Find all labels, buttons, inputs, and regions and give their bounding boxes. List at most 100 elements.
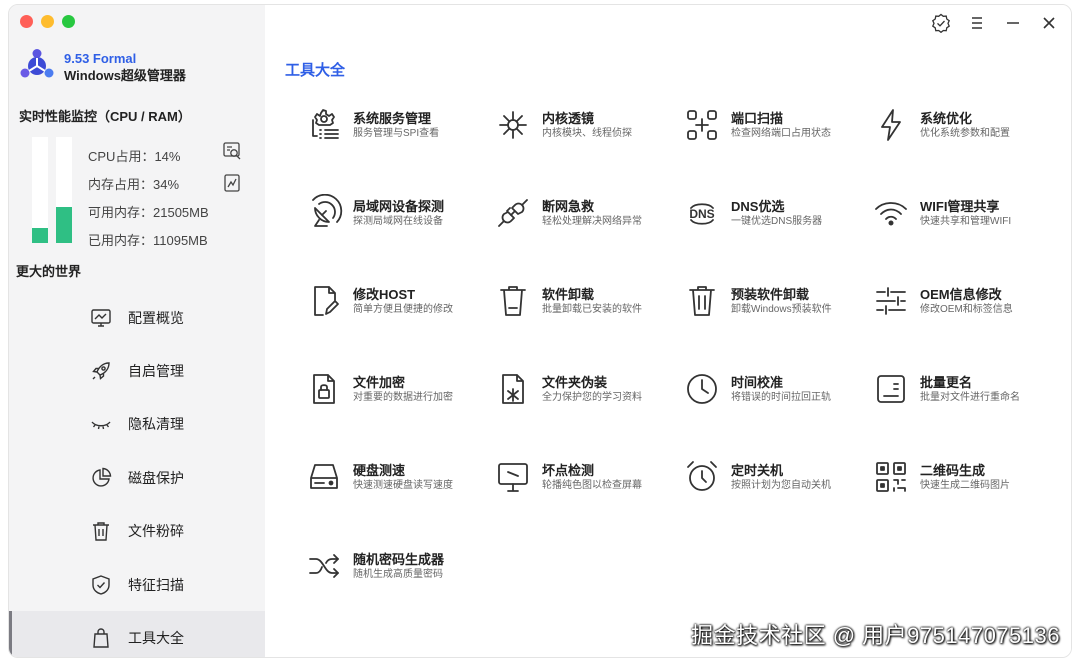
usage-stats: CPU占用：14% 内存占用：34% 可用内存：21505MB 已用内存：110… — [88, 146, 209, 258]
main-panel: 工具大全 系统服务管理 服务管理与SPI查看 内核透镜 内核模块、线程侦探 端口扫描 检查… — [265, 5, 1071, 657]
tool-item[interactable]: 端口扫描 检查网络端口占用状态 — [683, 99, 871, 151]
tool-title: 时间校准 — [731, 374, 784, 390]
tool-description: 轻松处理解决网络异常 — [542, 215, 642, 227]
sidebar-item-startup[interactable]: 自启管理 — [9, 344, 265, 397]
cpu-usage-fill — [32, 228, 48, 243]
tool-item[interactable]: 局域网设备探测 探测局域网在线设备 — [305, 187, 493, 239]
tool-item[interactable]: DNS DNS优选 一键优选DNS服务器 — [683, 187, 871, 239]
app-logo-icon — [20, 49, 54, 78]
available-memory-text: 可用内存：21505MB — [88, 205, 209, 220]
tool-description: 简单方便且便捷的修改 — [353, 303, 453, 315]
tool-text: 内核透镜 内核模块、线程侦探 — [542, 110, 632, 141]
tool-description: 将错误的时间拉回正轨 — [731, 391, 831, 403]
sidebar-item-disk[interactable]: 磁盘保护 — [9, 451, 265, 504]
wifi-icon — [875, 202, 907, 226]
tool-description: 全力保护您的学习资料 — [542, 391, 642, 403]
tool-description: 快速共享和管理WIFI — [920, 215, 1012, 227]
scan-icon — [687, 110, 717, 140]
tool-text: 修改HOST 简单方便且便捷的修改 — [353, 286, 453, 317]
tool-title: 定时关机 — [731, 462, 784, 478]
tool-description: 按照计划为您自动关机 — [731, 479, 831, 491]
tool-title: 端口扫描 — [731, 110, 784, 126]
tool-title: 修改HOST — [353, 286, 416, 302]
page-title: 工具大全 — [285, 62, 346, 79]
tool-item[interactable]: 预装软件卸载 卸载Windows预装软件 — [683, 275, 871, 327]
ram-detail-icon[interactable] — [222, 173, 242, 193]
tool-title: 局域网设备探测 — [353, 198, 445, 214]
tool-item[interactable]: 文件加密 对重要的数据进行加密 — [305, 363, 493, 415]
sidebar-item-label: 磁盘保护 — [128, 469, 184, 486]
menu-icon[interactable] — [967, 13, 987, 33]
shuffle-icon — [309, 554, 339, 578]
tool-item[interactable]: 软件卸载 批量卸载已安装的软件 — [494, 275, 682, 327]
app-name: Windows超级管理器 — [64, 68, 186, 83]
tool-description: 随机生成高质量密码 — [353, 568, 443, 580]
sidebar-item-label: 隐私清理 — [128, 416, 184, 433]
tool-item[interactable]: 定时关机 按照计划为您自动关机 — [683, 451, 871, 503]
sidebar-item-privacy[interactable]: 隐私清理 — [9, 398, 265, 451]
tool-item[interactable]: 批量更名 批量对文件进行重命名 — [872, 363, 1060, 415]
bag-icon — [93, 628, 109, 648]
sidebar-item-label: 自启管理 — [128, 363, 184, 380]
tool-item[interactable]: 系统优化 优化系统参数和配置 — [872, 99, 1060, 151]
sidebar-item-shred[interactable]: 文件粉碎 — [9, 505, 265, 558]
close-icon[interactable] — [1039, 13, 1059, 33]
tool-item[interactable]: 随机密码生成器 随机生成高质量密码 — [305, 540, 493, 592]
tool-description: 快速生成二维码图片 — [920, 479, 1010, 491]
file-lock-icon — [313, 374, 335, 404]
tool-title: 内核透镜 — [542, 110, 595, 126]
badge-check-icon[interactable] — [931, 13, 951, 33]
tool-description: 探测局域网在线设备 — [353, 215, 443, 227]
tool-text: 端口扫描 检查网络端口占用状态 — [731, 110, 831, 141]
minimize-window-button[interactable] — [41, 15, 54, 28]
tool-description: 修改OEM和标签信息 — [920, 303, 1013, 315]
tool-item[interactable]: OEM信息修改 修改OEM和标签信息 — [872, 275, 1060, 327]
cpu-detail-icon[interactable] — [222, 141, 242, 161]
rename-icon — [877, 375, 905, 403]
titlebar-controls — [931, 13, 1059, 33]
dns-icon: DNS — [689, 203, 715, 225]
tool-item[interactable]: 内核透镜 内核模块、线程侦探 — [494, 99, 682, 151]
tool-item[interactable]: WIFI管理共享 快速共享和管理WIFI — [872, 187, 1060, 239]
minimize-icon[interactable] — [1003, 13, 1023, 33]
sidebar-item-tools[interactable]: 工具大全 — [9, 611, 265, 657]
sidebar-section-title: 更大的世界 — [16, 264, 82, 279]
tool-title: DNS优选 — [731, 198, 785, 214]
window-traffic-lights — [20, 15, 75, 28]
tool-text: 定时关机 按照计划为您自动关机 — [731, 462, 831, 493]
tool-item[interactable]: 断网急救 轻松处理解决网络异常 — [494, 187, 682, 239]
tool-description: 快速测速硬盘读写速度 — [353, 479, 453, 491]
display-icon — [498, 463, 528, 492]
tool-item[interactable]: 二维码生成 快速生成二维码图片 — [872, 451, 1060, 503]
cpu-usage-bar — [32, 137, 48, 243]
sidebar-item-scan[interactable]: 特征扫描 — [9, 558, 265, 611]
tool-text: 软件卸载 批量卸载已安装的软件 — [542, 286, 642, 317]
sidebar-item-config[interactable]: 配置概览 — [9, 291, 265, 344]
tool-item[interactable]: 坏点检测 轮播纯色图以检查屏幕 — [494, 451, 682, 503]
close-window-button[interactable] — [20, 15, 33, 28]
tool-title: OEM信息修改 — [920, 286, 1002, 302]
app-version: 9.53 Formal — [64, 51, 137, 66]
harddisk-icon — [310, 464, 338, 489]
tool-item[interactable]: 硬盘测速 快速测速硬盘读写速度 — [305, 451, 493, 503]
satellite-icon — [312, 194, 343, 227]
tool-item[interactable]: 系统服务管理 服务管理与SPI查看 — [305, 99, 493, 151]
tool-text: 文件夹伪装 全力保护您的学习资料 — [542, 374, 642, 405]
tool-item[interactable]: 修改HOST 简单方便且便捷的修改 — [305, 275, 493, 327]
tool-title: 预装软件卸载 — [731, 286, 810, 302]
shield-check-icon — [92, 574, 110, 595]
tool-title: 随机密码生成器 — [353, 551, 445, 567]
tool-item[interactable]: 时间校准 将错误的时间拉回正轨 — [683, 363, 871, 415]
tool-item[interactable]: 文件夹伪装 全力保护您的学习资料 — [494, 363, 682, 415]
monitor-icon — [91, 308, 111, 327]
monitor-title: 实时性能监控（CPU / RAM） — [19, 109, 191, 124]
tool-text: 系统优化 优化系统参数和配置 — [920, 110, 1010, 141]
maximize-window-button[interactable] — [62, 15, 75, 28]
sidebar-nav: 配置概览 自启管理 隐私清理 磁盘保护 文件粉碎 特征扫描 工具大全 — [9, 291, 265, 657]
tool-description: 内核模块、线程侦探 — [542, 127, 632, 139]
tool-description: 卸载Windows预装软件 — [731, 303, 832, 315]
tool-description: 一键优选DNS服务器 — [731, 215, 823, 227]
file-mask-icon — [502, 374, 524, 404]
tool-title: 二维码生成 — [920, 462, 986, 478]
sidebar-item-label: 文件粉碎 — [128, 523, 184, 540]
